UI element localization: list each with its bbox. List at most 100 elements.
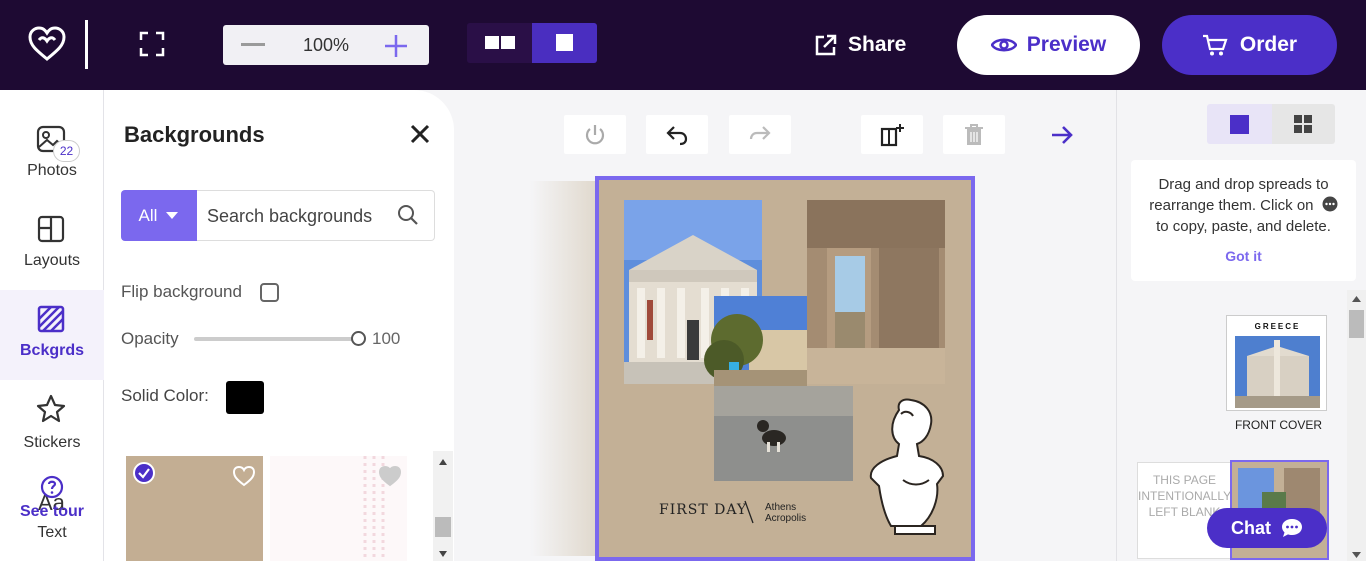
spread-view-icon [485,36,515,49]
selected-check-icon [133,462,155,484]
grid-icon [1294,115,1312,133]
got-it-wrapper: Got it [1131,246,1356,267]
photo-doorway [807,200,945,384]
front-cover-label: FRONT COVER [1234,418,1323,432]
front-cover-thumbnail[interactable]: GREECE [1226,315,1327,411]
solid-color-swatch[interactable] [226,381,264,414]
left-nav: 22 Photos Layouts Bckgrds Stickers Aa Te… [0,90,104,561]
nav-stickers-label: Stickers [23,434,81,451]
redo-icon [749,126,771,140]
chevron-down-icon [166,212,179,219]
caption-divider [744,500,754,524]
caption-place[interactable]: Athens Acropolis [765,502,806,524]
spread-view-button[interactable] [467,23,532,63]
heart-logo-icon[interactable] [28,26,66,62]
share-icon [815,34,837,56]
chat-button[interactable]: Chat [1207,508,1327,548]
solid-color-label: Solid Color: [121,386,209,405]
order-label: Order [1239,33,1298,56]
add-page-button[interactable] [861,115,923,154]
power-button[interactable] [564,115,626,154]
photo-caryatids [704,296,807,386]
caption-title[interactable]: FIRST DAY [659,502,747,518]
star-icon [36,394,66,423]
category-filter-dropdown[interactable]: All [121,190,197,241]
search-input[interactable] [207,204,387,228]
close-icon[interactable] [409,123,431,145]
undo-button[interactable] [646,115,708,154]
photo-cat [714,386,853,481]
blank-page-line1: THIS PAGE [1152,473,1217,487]
trash-icon [965,124,983,145]
flip-background-checkbox[interactable] [260,283,279,302]
category-filter-label: All [138,205,158,225]
caption-place-line2: Acropolis [765,513,807,524]
order-button[interactable]: Order [1162,15,1337,75]
redo-button[interactable] [729,115,791,154]
panel-title: Backgrounds [124,122,265,147]
cart-icon [1202,34,1228,56]
opacity-slider-thumb[interactable] [351,331,366,346]
page-view-toggle [467,23,597,63]
layouts-icon [37,215,65,243]
single-view-button[interactable] [532,23,597,63]
single-page-icon [1230,115,1249,134]
single-spread-view-button[interactable] [1207,104,1272,144]
tip-line2: rearrange them. Click on [1131,195,1356,216]
flip-background-label: Flip background [121,282,242,301]
see-tour-button[interactable]: See tour [0,475,104,545]
preview-button[interactable]: Preview [957,15,1140,75]
zoom-control: 100% [223,25,429,65]
spreads-scroll-handle[interactable] [1349,310,1364,338]
editor-canvas: FIRST DAY Athens Acropolis [454,90,1116,561]
got-it-link[interactable]: Got it [1225,248,1262,264]
more-options-icon [1322,196,1338,212]
nav-photos-label: Photos [27,162,77,179]
bust-sticker [869,398,945,535]
drag-tip: Drag and drop spreads to rearrange them.… [1131,160,1356,281]
photos-count-badge: 22 [53,140,80,162]
caption-place-line1: Athens [765,502,797,513]
nav-layouts[interactable]: Layouts [0,200,104,290]
zoom-value: 100% [302,35,350,55]
opacity-slider-track[interactable] [194,337,359,341]
delete-button[interactable] [943,115,1005,154]
page-photos [624,200,945,535]
nav-backgrounds-label: Bckgrds [19,342,85,359]
search-icon[interactable] [397,204,419,226]
preview-label: Preview [1026,33,1107,56]
fullscreen-icon[interactable] [139,31,165,57]
tip-line1: Drag and drop spreads to [1158,176,1329,193]
grid-view-button[interactable] [1272,104,1335,144]
opacity-label: Opacity [121,329,179,348]
single-view-icon [556,34,573,51]
album-page[interactable]: FIRST DAY Athens Acropolis [595,176,975,561]
share-label: Share [848,33,907,56]
power-icon [585,125,605,145]
search-box [197,190,435,241]
scroll-arrows [435,459,451,557]
backgrounds-icon [37,305,65,333]
undo-icon [666,126,688,146]
thumbnails-scrollbar[interactable] [433,451,453,561]
nav-stickers[interactable]: Stickers [0,380,104,470]
see-tour-label: See tour [19,503,84,520]
opacity-value: 100 [372,329,401,348]
top-bar: 100% Share Preview Order [0,0,1366,90]
tip-line2-text: rearrange them. Click on [1149,197,1314,214]
share-button[interactable]: Share [814,30,906,60]
zoom-in-icon[interactable] [383,33,409,59]
blank-page-line2: INTENTIONALLY [1138,489,1232,503]
nav-photos[interactable]: 22 Photos [0,110,104,200]
chat-label: Chat [1231,517,1271,538]
logo-divider [85,20,88,69]
arrow-right-icon[interactable] [1050,124,1074,146]
help-icon [40,475,64,499]
zoom-out-icon[interactable] [241,43,265,46]
nav-backgrounds[interactable]: Bckgrds [0,290,104,380]
heart-icon[interactable] [378,465,402,487]
cover-title: GREECE [1254,322,1301,331]
nav-layouts-label: Layouts [23,252,81,269]
eye-icon [990,38,1017,52]
heart-icon[interactable] [232,465,256,487]
